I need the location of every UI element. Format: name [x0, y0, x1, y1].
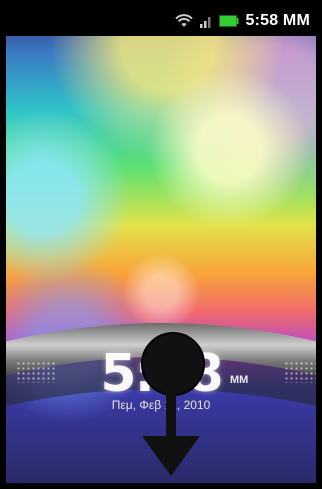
- clock-ampm: MM: [230, 374, 249, 386]
- status-time: 5:58 MM: [245, 12, 310, 29]
- lock-screen: 5:58 MM 5:58 MM Πεμ, Φεβ 11, 2010: [6, 6, 316, 483]
- status-bar: 5:58 MM: [6, 6, 316, 36]
- arrow-down-icon: [142, 436, 200, 476]
- signal-icon: [199, 14, 213, 28]
- date-label: Πεμ, Φεβ 11, 2010: [111, 398, 211, 412]
- wifi-icon: [175, 14, 194, 28]
- battery-icon: [219, 15, 239, 27]
